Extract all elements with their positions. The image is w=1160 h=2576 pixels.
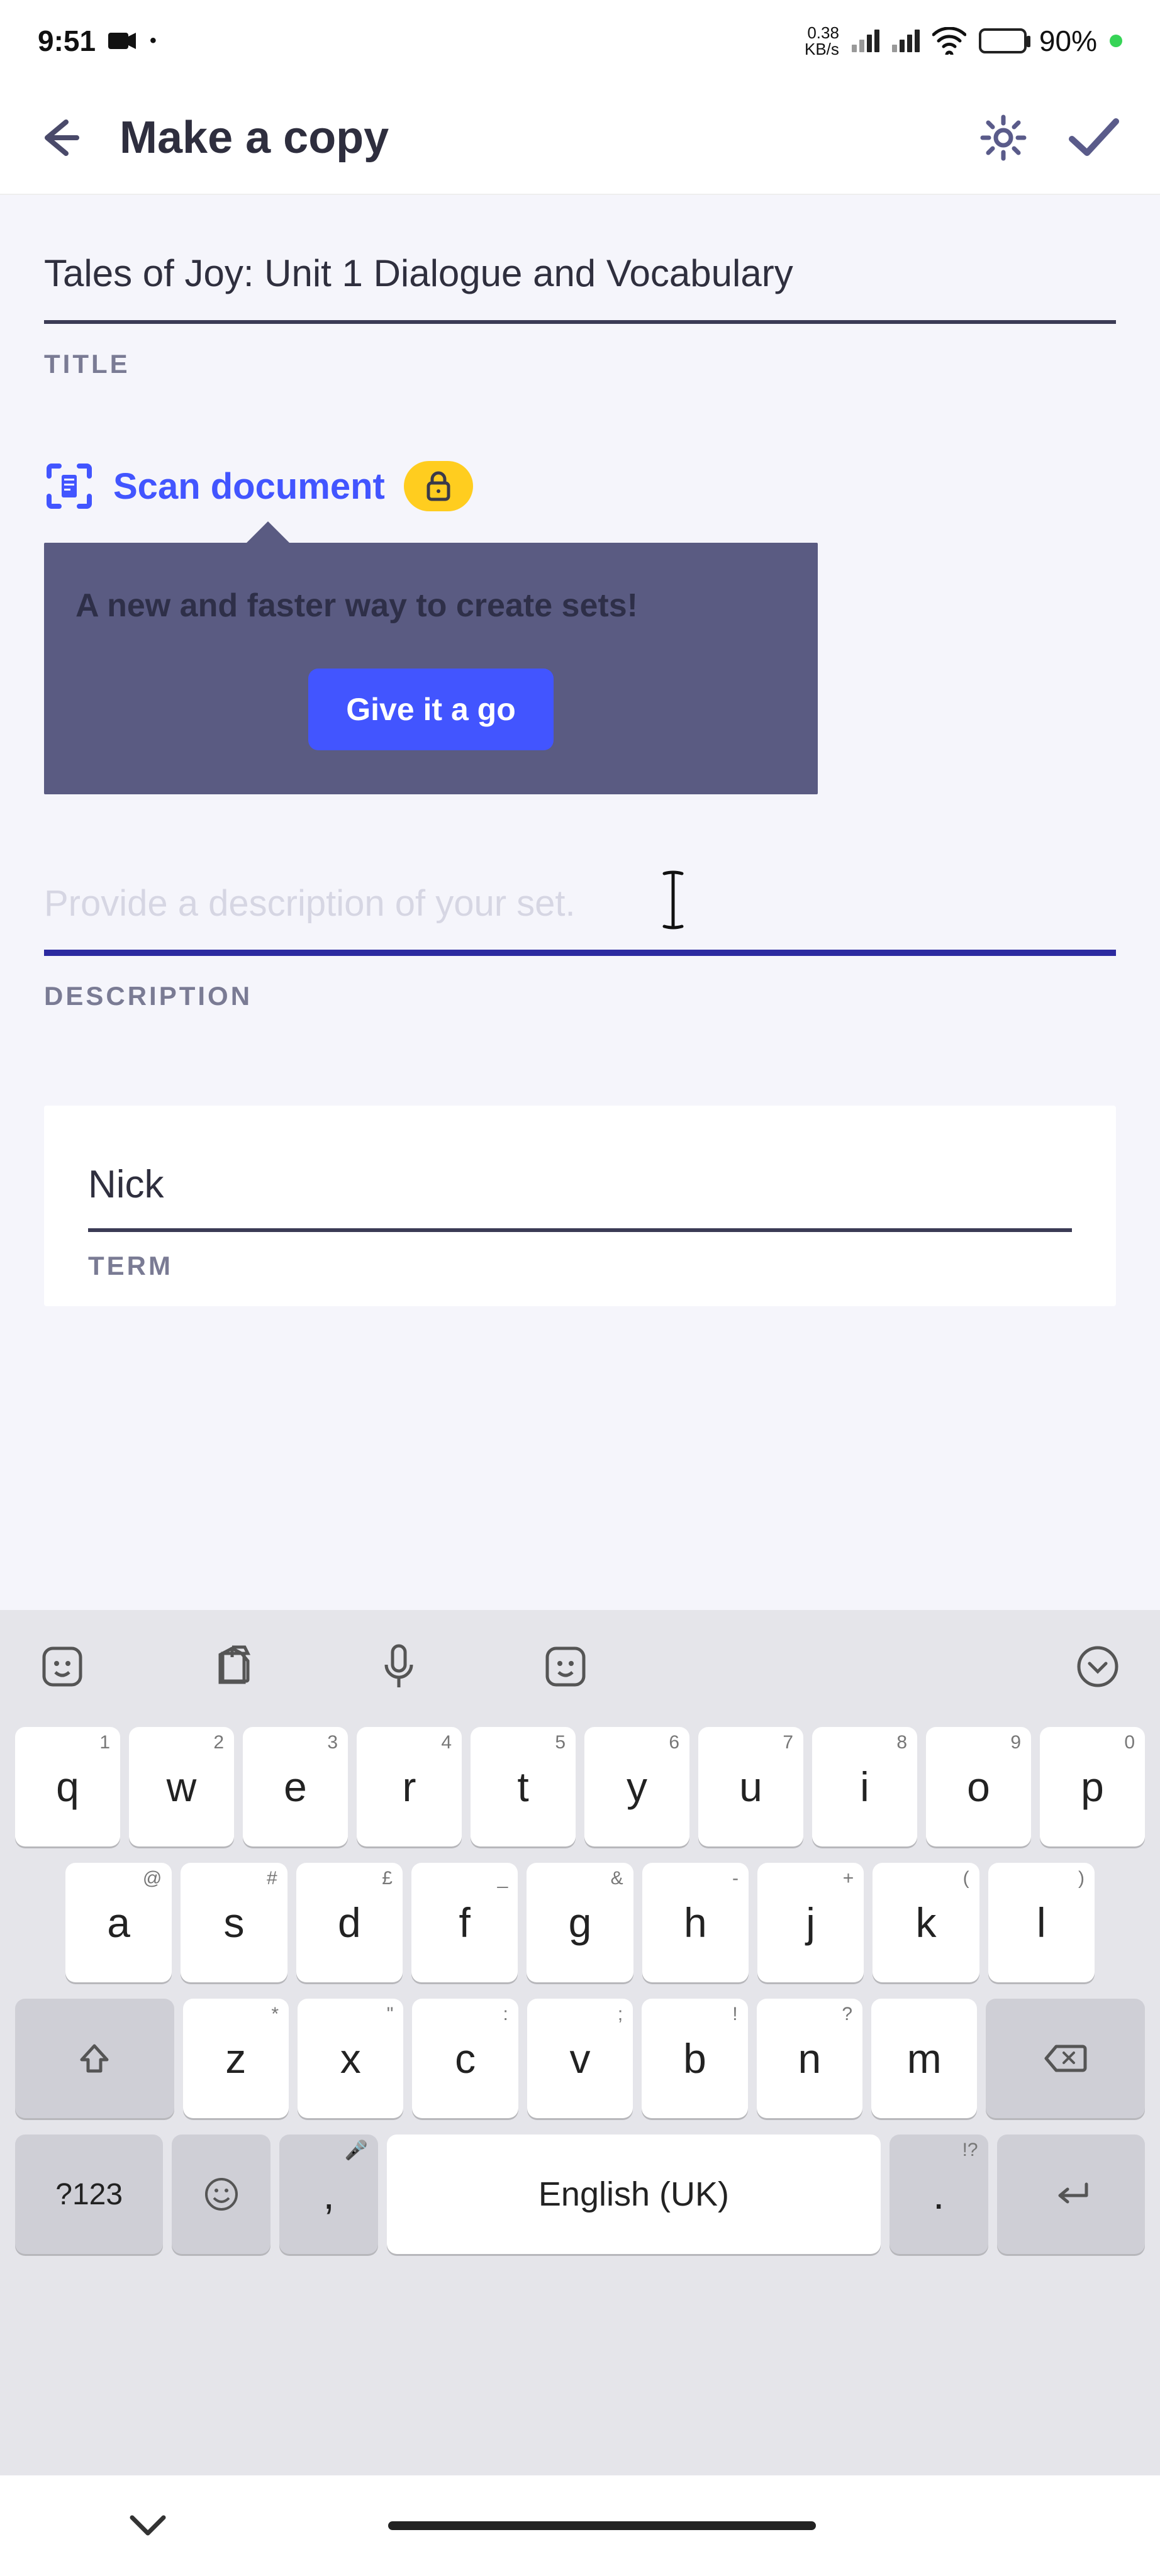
backspace-key[interactable] <box>986 1999 1145 2118</box>
scan-document-button[interactable]: Scan document <box>44 461 1116 511</box>
key-q[interactable]: 1q <box>15 1727 120 1846</box>
clipboard-icon[interactable] <box>210 1645 254 1689</box>
app-bar: Make a copy <box>0 82 1160 195</box>
emoji-sticker-icon[interactable] <box>40 1645 84 1689</box>
hide-keyboard-button[interactable] <box>126 2510 170 2541</box>
key-o[interactable]: 9o <box>926 1727 1031 1846</box>
home-indicator[interactable] <box>388 2521 816 2530</box>
premium-lock-badge <box>404 461 473 511</box>
active-dot-icon <box>1110 35 1122 47</box>
signal-bars-2-icon <box>892 30 920 52</box>
key-g[interactable]: &g <box>527 1863 633 1982</box>
shift-icon <box>77 2041 112 2076</box>
key-a[interactable]: @a <box>65 1863 172 1982</box>
key-t[interactable]: 5t <box>471 1727 576 1846</box>
key-p[interactable]: 0p <box>1040 1727 1145 1846</box>
backspace-icon <box>1044 2043 1088 2074</box>
title-input[interactable]: Tales of Joy: Unit 1 Dialogue and Vocabu… <box>44 245 1116 324</box>
scan-document-icon <box>44 461 94 511</box>
description-input[interactable]: Provide a description of your set. <box>44 882 1116 956</box>
spacebar-key[interactable]: English (UK) <box>387 2135 881 2254</box>
comma-key[interactable]: 🎤, <box>279 2135 378 2254</box>
key-j[interactable]: +j <box>757 1863 864 1982</box>
emoji-key[interactable] <box>172 2135 270 2254</box>
page-title: Make a copy <box>120 112 389 164</box>
key-i[interactable]: 8i <box>812 1727 917 1846</box>
key-z[interactable]: *z <box>183 1999 289 2118</box>
key-w[interactable]: 2w <box>129 1727 234 1846</box>
emoji-face-icon[interactable] <box>544 1645 588 1689</box>
key-d[interactable]: £d <box>296 1863 403 1982</box>
key-f[interactable]: _f <box>411 1863 518 1982</box>
key-c[interactable]: :c <box>412 1999 518 2118</box>
keyboard-collapse-button[interactable] <box>1076 1645 1120 1689</box>
form-content: Tales of Joy: Unit 1 Dialogue and Vocabu… <box>0 195 1160 1610</box>
key-b[interactable]: !b <box>642 1999 747 2118</box>
dot-icon: • <box>150 30 157 52</box>
scan-tooltip: A new and faster way to create sets! Giv… <box>44 543 818 794</box>
battery-pct: 90% <box>1039 24 1097 58</box>
network-speed: 0.38 KB/s <box>805 25 839 57</box>
enter-icon <box>1049 2180 1093 2208</box>
term-label: TERM <box>88 1251 1072 1281</box>
mic-icon[interactable] <box>380 1642 418 1691</box>
confirm-button[interactable] <box>1066 113 1122 163</box>
description-label: DESCRIPTION <box>44 981 1116 1011</box>
signal-bars-1-icon <box>852 30 879 52</box>
key-l[interactable]: )l <box>988 1863 1095 1982</box>
clock: 9:51 <box>38 24 96 58</box>
key-s[interactable]: #s <box>181 1863 287 1982</box>
system-nav <box>0 2475 1160 2576</box>
period-key[interactable]: !?. <box>890 2135 988 2254</box>
mic-sup-icon: 🎤 <box>345 2140 368 2162</box>
lock-icon <box>425 470 452 502</box>
status-bar: 9:51 • 0.38 KB/s 90% <box>0 0 1160 82</box>
key-e[interactable]: 3e <box>243 1727 348 1846</box>
battery-icon <box>979 28 1027 53</box>
key-r[interactable]: 4r <box>357 1727 462 1846</box>
symbols-key[interactable]: ?123 <box>15 2135 163 2254</box>
shift-key[interactable] <box>15 1999 174 2118</box>
key-k[interactable]: (k <box>873 1863 979 1982</box>
term-input[interactable]: Nick <box>88 1162 1072 1232</box>
key-u[interactable]: 7u <box>698 1727 803 1846</box>
scan-document-label: Scan document <box>113 465 385 508</box>
give-it-a-go-button[interactable]: Give it a go <box>308 669 554 750</box>
settings-button[interactable] <box>979 113 1028 162</box>
tooltip-text: A new and faster way to create sets! <box>75 587 786 625</box>
key-x[interactable]: "x <box>298 1999 403 2118</box>
key-h[interactable]: -h <box>642 1863 749 1982</box>
enter-key[interactable] <box>997 2135 1145 2254</box>
smiley-icon <box>204 2177 239 2212</box>
key-n[interactable]: ?n <box>757 1999 862 2118</box>
key-y[interactable]: 6y <box>584 1727 689 1846</box>
text-cursor-icon <box>661 869 686 931</box>
key-v[interactable]: ;v <box>527 1999 633 2118</box>
soft-keyboard: 1q2w3e4r5t6y7u8i9o0p @a#s£d_f&g-h+j(k)l … <box>0 1610 1160 2475</box>
key-m[interactable]: m <box>871 1999 977 2118</box>
back-button[interactable] <box>38 116 82 160</box>
description-placeholder: Provide a description of your set. <box>44 883 576 924</box>
camera-icon <box>108 30 137 52</box>
wifi-icon <box>932 27 966 55</box>
title-label: TITLE <box>44 349 1116 379</box>
term-card: Nick TERM <box>44 1106 1116 1306</box>
